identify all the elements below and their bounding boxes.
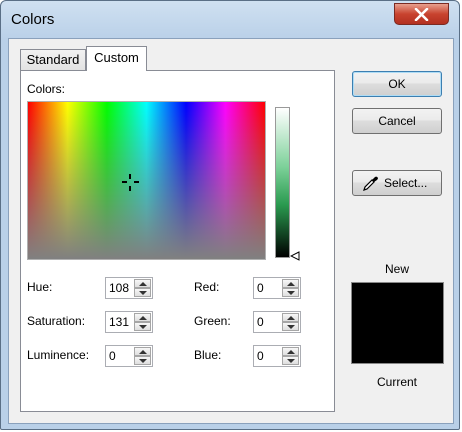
saturation-value: 131	[109, 315, 130, 329]
blue-field[interactable]: 0	[253, 345, 301, 367]
hue-value: 108	[109, 281, 130, 295]
blue-spinner[interactable]	[282, 347, 299, 365]
hue-up-button[interactable]	[134, 279, 151, 288]
arrow-down-icon	[287, 325, 295, 329]
saturation-down-button[interactable]	[134, 322, 151, 331]
luminence-down-button[interactable]	[134, 356, 151, 365]
blue-up-button[interactable]	[282, 347, 299, 356]
red-down-button[interactable]	[282, 288, 299, 297]
tab-custom[interactable]: Custom	[86, 46, 147, 71]
luminence-up-button[interactable]	[134, 347, 151, 356]
select-button-label: Select...	[384, 176, 428, 190]
green-label: Green:	[194, 314, 231, 328]
arrow-up-icon	[139, 282, 147, 286]
green-spinner[interactable]	[282, 313, 299, 331]
new-label: New	[385, 262, 410, 276]
arrow-up-icon	[287, 316, 295, 320]
arrow-up-icon	[139, 350, 147, 354]
arrow-down-icon	[287, 291, 295, 295]
arrow-down-icon	[287, 359, 295, 363]
cancel-button[interactable]: Cancel	[352, 108, 442, 134]
dialog-body: Standard Custom Colors: Hue: 108 Saturat…	[8, 38, 454, 424]
red-field[interactable]: 0	[253, 277, 301, 299]
luminance-slider[interactable]	[275, 107, 290, 258]
arrow-up-icon	[287, 350, 295, 354]
green-down-button[interactable]	[282, 322, 299, 331]
luminence-field[interactable]: 0	[105, 345, 153, 367]
tab-standard[interactable]: Standard	[20, 49, 86, 71]
green-up-button[interactable]	[282, 313, 299, 322]
colors-label: Colors:	[27, 82, 66, 96]
colors-dialog: Colors Standard Custom Colors: Hue: 108 …	[0, 0, 460, 430]
green-field[interactable]: 0	[253, 311, 301, 333]
crosshair-icon	[122, 174, 139, 191]
luminence-value: 0	[109, 349, 116, 363]
arrow-down-icon	[139, 325, 147, 329]
color-spectrum[interactable]	[27, 101, 266, 260]
ok-button[interactable]: OK	[352, 71, 442, 97]
luminence-label: Luminence:	[27, 348, 90, 362]
green-value: 0	[257, 315, 264, 329]
title-bar[interactable]: Colors	[1, 1, 459, 39]
window-title: Colors	[11, 11, 55, 28]
eyedropper-icon	[363, 176, 378, 191]
saturation-field[interactable]: 131	[105, 311, 153, 333]
close-icon	[414, 8, 429, 21]
blue-label: Blue:	[194, 348, 222, 362]
arrow-down-icon	[139, 359, 147, 363]
luminance-arrow-icon[interactable]	[290, 251, 300, 261]
red-label: Red:	[194, 280, 220, 294]
saturation-spinner[interactable]	[134, 313, 151, 331]
red-value: 0	[257, 281, 264, 295]
hue-spinner[interactable]	[134, 279, 151, 297]
luminence-spinner[interactable]	[134, 347, 151, 365]
hue-label: Hue:	[27, 280, 53, 294]
blue-down-button[interactable]	[282, 356, 299, 365]
red-up-button[interactable]	[282, 279, 299, 288]
color-preview	[351, 282, 444, 364]
current-label: Current	[377, 375, 418, 389]
select-button[interactable]: Select...	[352, 170, 442, 196]
blue-value: 0	[257, 349, 264, 363]
saturation-label: Saturation:	[27, 314, 86, 328]
red-spinner[interactable]	[282, 279, 299, 297]
custom-panel: Colors: Hue: 108 Saturation: 131 Luminen…	[20, 70, 335, 412]
close-button[interactable]	[394, 3, 449, 25]
arrow-down-icon	[139, 291, 147, 295]
arrow-up-icon	[139, 316, 147, 320]
hue-field[interactable]: 108	[105, 277, 153, 299]
arrow-up-icon	[287, 282, 295, 286]
hue-down-button[interactable]	[134, 288, 151, 297]
saturation-up-button[interactable]	[134, 313, 151, 322]
